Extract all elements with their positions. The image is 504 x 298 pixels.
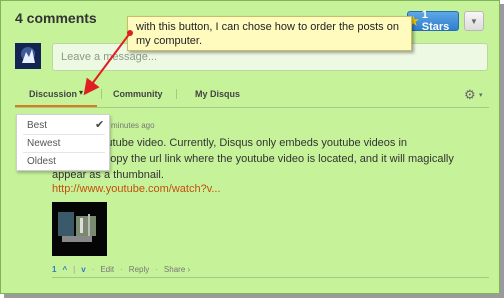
frame-shadow-right (500, 4, 504, 298)
frame-shadow-bottom (4, 294, 504, 298)
annotation-arrow (83, 30, 133, 96)
